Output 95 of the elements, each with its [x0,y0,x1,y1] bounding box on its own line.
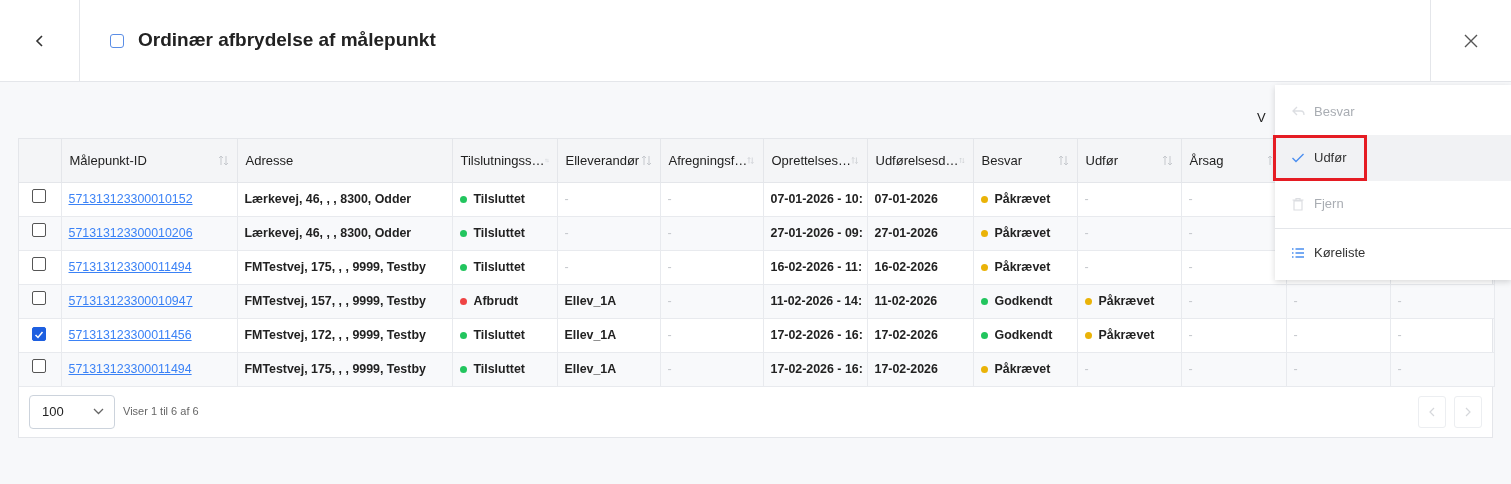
table-cell: FMTestvej, 172, , , 9999, Testby [244,327,426,342]
table-cell: 17-02-2026 - 16: [770,327,863,342]
table-cell: 27-01-2026 [874,225,938,240]
column-header: Elleverandør [565,151,640,170]
table-cell: 07-01-2026 - 10: [770,191,863,206]
meter-id-link[interactable]: 571313123300010152 [68,191,193,206]
status-label: Godkendt [980,325,1053,345]
meter-id-link[interactable]: 571313123300011456 [68,327,192,342]
table-cell: 07-01-2026 [874,191,938,206]
table-cell: - [667,259,672,274]
table-cell: Lærkevej, 46, , , 8300, Odder [244,191,412,206]
table-cell: - [1084,259,1089,274]
table-cell: - [1084,225,1089,240]
column-header: Udførelsesd… [875,151,959,170]
table-cell: - [1397,293,1402,308]
status-label: Påkrævet [980,189,1051,209]
column-header: Oprettelses… [771,151,851,170]
row-checkbox[interactable] [32,189,46,204]
table-cell: - [1293,327,1298,342]
table-cell: 16-02-2026 [874,259,938,274]
meter-id-link[interactable]: 571313123300011494 [68,259,192,274]
table-cell: - [1188,361,1193,376]
table-cell: - [1084,191,1089,206]
column-header: Årsag [1189,151,1224,170]
table-cell: - [564,191,569,206]
status-label: Tilsluttet [459,189,525,209]
table-cell: 16-02-2026 - 11: [770,259,863,274]
status-label: Påkrævet [1084,325,1155,345]
table-cell: - [667,361,672,376]
table-cell: - [667,191,672,206]
status-label: Tilsluttet [459,257,525,277]
table-cell: 17-02-2026 [874,327,938,342]
check-icon [34,329,44,339]
table-cell: - [1188,259,1193,274]
cut-off-text: V [1257,109,1266,127]
row-checkbox[interactable] [32,359,46,374]
column-header: Udfør [1085,151,1118,170]
status-label: Tilsluttet [459,359,525,379]
status-label: Påkrævet [980,223,1051,243]
status-label: Påkrævet [980,359,1051,379]
row-checkbox[interactable] [32,223,46,238]
table-cell: - [667,225,672,240]
table-cell: Ellev_1A [564,293,617,308]
status-label: Påkrævet [980,257,1051,277]
table-cell: 11-02-2026 - 14: [770,293,863,308]
table-cell: FMTestvej, 157, , , 9999, Testby [244,293,426,308]
chevron-left-icon [35,34,44,47]
table-cell: - [1397,361,1402,376]
row-checkbox[interactable] [32,291,46,306]
check-icon [1291,151,1305,165]
column-header: Afregningsf… [668,151,748,170]
status-label: Tilsluttet [459,223,525,243]
results-summary: Viser 1 til 6 af 6 [123,404,199,420]
status-label: Afbrudt [459,291,519,311]
table-cell: - [667,293,672,308]
list-icon [1291,246,1305,260]
close-icon [1464,33,1478,48]
trash-icon [1291,197,1305,211]
table-cell: Ellev_1A [564,327,617,342]
table-cell: - [1084,361,1089,376]
table-cell: - [1188,225,1193,240]
row-checkbox[interactable] [32,257,46,272]
table-cell: - [1188,293,1193,308]
table-cell: 27-01-2026 - 09: [770,225,863,240]
chevron-down-icon [93,408,104,415]
status-label: Godkendt [980,291,1053,311]
table-cell: - [564,259,569,274]
table-cell: - [667,327,672,342]
table-cell: 17-02-2026 - 16: [770,361,863,376]
table-cell: - [1293,361,1298,376]
table-cell: FMTestvej, 175, , , 9999, Testby [244,361,426,376]
column-header: Tilslutningss… [460,151,545,170]
page-size-select[interactable]: 100 [29,394,115,429]
page-title: Ordinær afbrydelse af målepunkt [138,28,436,53]
chevron-left-icon [1429,406,1435,417]
column-header: Målepunkt-ID [69,151,147,170]
status-label: Tilsluttet [459,325,525,345]
table-cell: 17-02-2026 [874,361,938,376]
table-cell: - [1293,293,1298,308]
table-cell: - [1188,191,1193,206]
column-header: Adresse [245,151,294,170]
title-checkbox[interactable] [110,33,124,48]
column-header: Besvar [981,151,1022,170]
table-cell: Lærkevej, 46, , , 8300, Odder [244,225,412,240]
menu-item[interactable]: Køreliste [1275,230,1511,276]
row-checkbox[interactable] [32,327,46,342]
menu-item[interactable]: Udfør [1275,135,1511,181]
table-cell: - [1397,327,1402,342]
chevron-right-icon [1465,406,1471,417]
table-cell: 11-02-2026 [874,293,938,308]
table-cell: FMTestvej, 175, , , 9999, Testby [244,259,426,274]
table-cell: - [1188,327,1193,342]
table-cell: - [564,225,569,240]
table-cell: Ellev_1A [564,361,617,376]
status-label: Påkrævet [1084,291,1155,311]
